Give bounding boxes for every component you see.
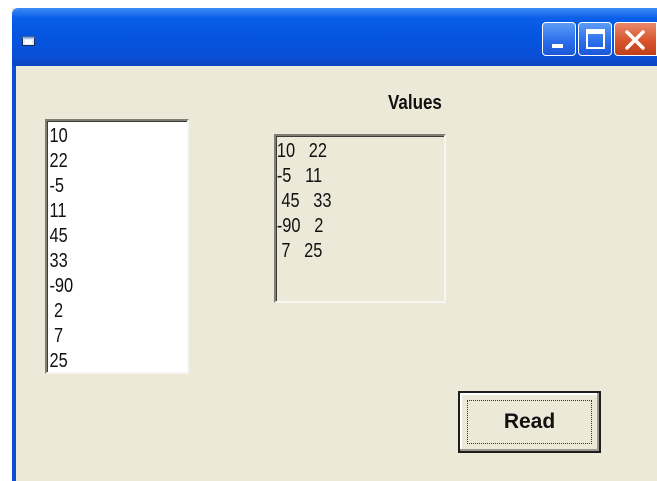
- list-item[interactable]: 10: [47, 124, 162, 149]
- close-button[interactable]: [614, 22, 657, 56]
- grid-row: 7 25: [276, 240, 323, 262]
- list-item[interactable]: 11: [47, 199, 162, 224]
- list-item[interactable]: 45: [47, 224, 162, 249]
- list-item[interactable]: 2: [47, 299, 162, 324]
- maximize-button[interactable]: [578, 22, 612, 56]
- list-item[interactable]: 33: [47, 249, 162, 274]
- maximize-icon: [586, 29, 605, 49]
- values-label: Values: [388, 92, 442, 114]
- list-item[interactable]: 22: [47, 149, 162, 174]
- list-item[interactable]: -90: [47, 274, 162, 299]
- grid-rows: 10 22 -5 11 45 33 -90 2 7 25: [276, 136, 444, 264]
- list-item[interactable]: 25: [47, 349, 162, 374]
- values-grid: 10 22 -5 11 45 33 -90 2 7 25: [274, 134, 446, 303]
- close-icon: [625, 30, 645, 50]
- grid-row: 10 22: [276, 140, 327, 162]
- grid-row: 45 33: [276, 190, 332, 212]
- grid-row: -90 2: [276, 215, 324, 237]
- grid-row: -5 11: [276, 165, 323, 187]
- read-button-label: Read: [503, 410, 556, 433]
- window-border: [12, 66, 16, 481]
- list-item[interactable]: 7: [47, 324, 162, 349]
- list-item[interactable]: -5: [47, 174, 162, 199]
- numbers-listbox[interactable]: 10 22 -5 11 45 33 -90 2 7 25: [45, 119, 189, 374]
- title-bar[interactable]: [12, 8, 657, 66]
- read-button[interactable]: Read: [458, 391, 601, 453]
- minimize-icon: [552, 44, 563, 48]
- app-icon: [22, 36, 35, 46]
- minimize-button[interactable]: [542, 22, 576, 56]
- listbox-items: 10 22 -5 11 45 33 -90 2 7 25: [47, 121, 187, 374]
